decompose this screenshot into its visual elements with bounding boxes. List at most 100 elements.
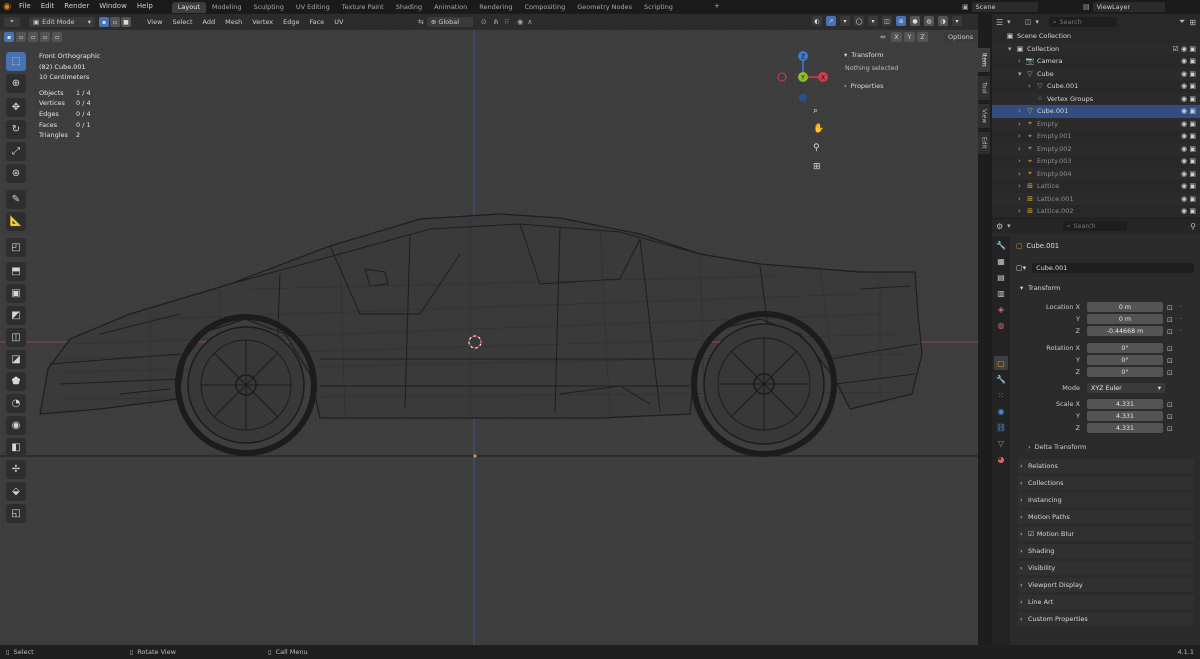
chevron-right-icon[interactable]: › xyxy=(1018,132,1026,140)
rotation-y-field[interactable]: 0° xyxy=(1087,355,1163,365)
transform-tool-icon[interactable]: ⊛ xyxy=(6,164,26,183)
menu-mesh[interactable]: Mesh xyxy=(220,18,247,26)
location-z-field[interactable]: -0.44668 m xyxy=(1087,326,1163,336)
object-type-icon[interactable]: ▢▾ xyxy=(1016,264,1026,272)
side-tab-item[interactable]: Item xyxy=(978,48,990,72)
section-viewport-display[interactable]: › Viewport Display xyxy=(1018,578,1194,592)
add-workspace-icon[interactable]: + xyxy=(714,2,720,10)
section-instancing[interactable]: › Instancing xyxy=(1018,493,1194,507)
outliner-row[interactable]: › ▽ Cube.001 ◉ ▣ xyxy=(992,105,1200,118)
tab-animation[interactable]: Animation xyxy=(428,2,473,13)
tab-uv-editing[interactable]: UV Editing xyxy=(290,2,336,13)
motion-blur-checkbox[interactable]: ☑ xyxy=(1028,530,1034,538)
chevron-right-icon[interactable]: › xyxy=(1018,145,1026,153)
side-tab-view[interactable]: View xyxy=(978,104,990,128)
options-dropdown[interactable]: Options xyxy=(944,32,978,42)
falloff-icon[interactable]: ∧ xyxy=(527,18,532,26)
camera-view-icon[interactable]: ⚲ xyxy=(813,143,820,153)
menu-edit[interactable]: Edit xyxy=(36,0,60,13)
outliner-row[interactable]: › ⊞ Lattice ◉ ▣ xyxy=(992,180,1200,193)
knife-tool-icon[interactable]: ◪ xyxy=(6,350,26,369)
chevron-right-icon[interactable]: › xyxy=(1018,170,1026,178)
visibility-toggles[interactable]: ◉ ▣ xyxy=(1181,143,1196,156)
scale-tool-icon[interactable]: ⤢ xyxy=(6,142,26,161)
loop-cut-tool-icon[interactable]: ◫ xyxy=(6,328,26,347)
pan-hand-icon[interactable]: ✋ xyxy=(813,124,824,134)
section-visibility[interactable]: › Visibility xyxy=(1018,561,1194,575)
rotation-x-field[interactable]: 0° xyxy=(1087,343,1163,353)
overlays-icon[interactable]: ◯ xyxy=(854,16,864,26)
bevel-tool-icon[interactable]: ◩ xyxy=(6,306,26,325)
tab-modeling[interactable]: Modeling xyxy=(206,2,248,13)
cursor-tool-icon[interactable]: ⊕ xyxy=(6,74,26,93)
outliner-row[interactable]: › ⌖ Empty.002 ◉ ▣ xyxy=(992,142,1200,156)
rotation-lock-icons[interactable]: ⊡ ⊡ ⊡ xyxy=(1167,343,1173,379)
vertex-select-button[interactable]: ▪ xyxy=(99,17,109,27)
chevron-down-icon[interactable]: ▾ xyxy=(1007,222,1011,230)
tab-shading[interactable]: Shading xyxy=(390,2,428,13)
select-extend-icon[interactable]: ▫ xyxy=(16,32,26,42)
section-shading[interactable]: › Shading xyxy=(1018,544,1194,558)
section-collections[interactable]: › Collections xyxy=(1018,476,1194,490)
visibility-toggles[interactable]: ◉ ▣ xyxy=(1181,205,1196,218)
visibility-toggles[interactable]: ◉ ▣ xyxy=(1181,155,1196,168)
section-relations[interactable]: › Relations xyxy=(1018,459,1194,473)
data-tab-icon[interactable]: ▽ xyxy=(994,436,1008,450)
proportional-edit-icon[interactable]: ◉ xyxy=(517,18,523,26)
object-tab-icon[interactable]: ▢ xyxy=(994,356,1008,370)
menu-add[interactable]: Add xyxy=(198,18,221,26)
chevron-down-icon[interactable]: ▾ xyxy=(844,51,847,59)
pin-icon[interactable]: ⚲ xyxy=(1190,222,1196,231)
visibility-icon[interactable]: ◐ xyxy=(812,16,822,26)
menu-view[interactable]: View xyxy=(142,18,167,26)
n-panel-transform[interactable]: Transform xyxy=(851,51,883,59)
filter-icon[interactable]: ⏷ xyxy=(1179,17,1185,27)
section-transform[interactable]: ▾ Transform xyxy=(1018,281,1194,295)
visibility-toggles[interactable]: ◉ ▣ xyxy=(1181,130,1196,143)
visibility-toggles[interactable]: ◉ ▣ xyxy=(1181,80,1196,93)
wireframe-shading-icon[interactable]: ⊕ xyxy=(896,16,906,26)
outliner-row[interactable]: ▣ Scene Collection xyxy=(992,30,1200,43)
gizmo-toggle-icon[interactable]: ↗ xyxy=(826,16,836,26)
measure-tool-icon[interactable]: 📐 xyxy=(6,212,26,231)
properties-editor-icon[interactable]: ⚙ xyxy=(996,222,1003,231)
scene-field[interactable]: Scene xyxy=(971,1,1038,12)
outliner-row[interactable]: › ⊞ Lattice.001 ◉ ▣ xyxy=(992,192,1200,206)
menu-face[interactable]: Face xyxy=(304,18,329,26)
3d-viewport[interactable] xyxy=(0,14,978,645)
visibility-toggles[interactable]: ◉ ▣ xyxy=(1181,193,1196,206)
visibility-toggles[interactable]: ◉ ▣ xyxy=(1181,105,1196,118)
mirror-z-button[interactable]: Z xyxy=(916,32,928,42)
scale-x-field[interactable]: 4.331 xyxy=(1087,399,1163,409)
visibility-toggles[interactable]: ◉ ▣ xyxy=(1181,55,1196,68)
visibility-toggles[interactable]: ◉ ▣ xyxy=(1181,93,1196,106)
section-motion-paths[interactable]: › Motion Paths xyxy=(1018,510,1194,524)
material-shading-icon[interactable]: ◍ xyxy=(924,16,934,26)
orientation-dropdown[interactable]: ⊕ Global xyxy=(426,17,473,27)
constraints-tab-icon[interactable]: ⛓ xyxy=(994,420,1008,434)
section-motion-blur[interactable]: › ☑ Motion Blur xyxy=(1018,527,1194,541)
shrink-fatten-tool-icon[interactable]: ✢ xyxy=(6,460,26,479)
location-x-field[interactable]: 0 m xyxy=(1087,302,1163,312)
move-tool-icon[interactable]: ✥ xyxy=(6,98,26,117)
shear-tool-icon[interactable]: ⬙ xyxy=(6,482,26,501)
rotation-z-field[interactable]: 0° xyxy=(1087,367,1163,377)
edge-slide-tool-icon[interactable]: ◧ xyxy=(6,438,26,457)
world-tab-icon[interactable]: ◍ xyxy=(994,318,1008,332)
tab-texture-paint[interactable]: Texture Paint xyxy=(336,2,390,13)
tool-tab-icon[interactable]: 🔧 xyxy=(994,238,1008,252)
solid-shading-icon[interactable]: ● xyxy=(910,16,920,26)
snap-icon[interactable]: ⋔ xyxy=(493,18,499,26)
output-tab-icon[interactable]: ▤ xyxy=(994,270,1008,284)
gizmo-menu-icon[interactable]: ▾ xyxy=(840,16,850,26)
chevron-right-icon[interactable]: › xyxy=(1018,195,1026,203)
rotate-tool-icon[interactable]: ↻ xyxy=(6,120,26,139)
location-lock-icons[interactable]: ⊡ ⊡ ⊡ xyxy=(1167,302,1173,338)
shading-menu-icon[interactable]: ▾ xyxy=(952,16,962,26)
tab-scripting[interactable]: Scripting xyxy=(638,2,679,13)
physics-tab-icon[interactable]: ◉ xyxy=(994,404,1008,418)
menu-select[interactable]: Select xyxy=(167,18,197,26)
location-y-field[interactable]: 0 m xyxy=(1087,314,1163,324)
edge-select-button[interactable]: ▫ xyxy=(110,17,120,27)
chevron-down-icon[interactable]: ▾ xyxy=(1035,18,1039,26)
